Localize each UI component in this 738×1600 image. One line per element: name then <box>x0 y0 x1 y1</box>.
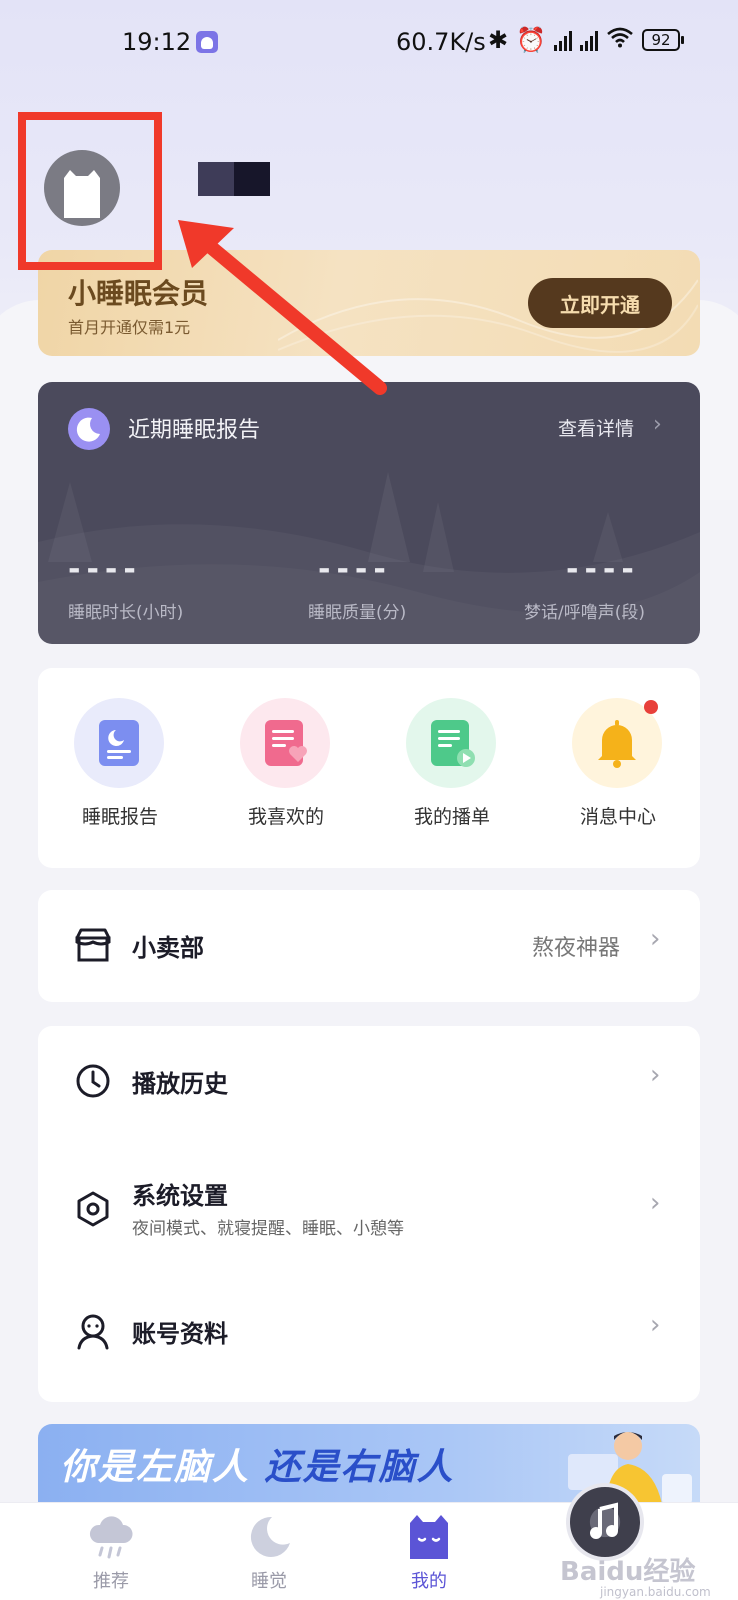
sleep-report-card[interactable]: 近期睡眠报告 查看详情 › ---- 睡眠时长(小时) ---- 睡眠质量(分)… <box>38 382 700 644</box>
chevron-right-icon: › <box>650 924 661 954</box>
banner-text-right: 还是右脑人 <box>264 1447 455 1488</box>
stat-label: 梦话/呼噜声(段) <box>524 603 645 623</box>
tab-label: 我的 <box>411 1571 447 1592</box>
signal-icon <box>580 29 598 51</box>
open-membership-button[interactable]: 立即开通 <box>528 278 672 328</box>
shop-subtitle: 熬夜神器 <box>532 936 621 961</box>
quick-entry-messages[interactable]: 消息中心 <box>572 698 664 848</box>
cat-icon <box>404 1513 454 1561</box>
shop-row[interactable]: 小卖部 熬夜神器 › <box>38 890 700 1002</box>
menu-item-account[interactable]: 账号资料 › <box>38 1276 700 1386</box>
highlight-annotation-box <box>18 112 162 270</box>
tab-label: 睡觉 <box>251 1571 287 1592</box>
quick-entry-playlist[interactable]: 我的播单 <box>406 698 498 848</box>
cloud-rain-icon <box>86 1513 136 1561</box>
playlist-icon <box>406 698 496 788</box>
bell-icon <box>572 698 662 788</box>
quick-entry-label: 消息中心 <box>579 806 656 828</box>
network-speed: 60.7K/s <box>396 28 486 56</box>
bottom-tab-bar: 推荐 睡觉 我的 Baidu经验 jingyan.baidu.com <box>0 1483 738 1600</box>
music-note-icon <box>590 1502 618 1539</box>
annotation-arrow <box>178 220 387 395</box>
signal-icon <box>554 29 572 51</box>
menu-item-settings[interactable]: 系统设置 夜间模式、就寝提醒、睡眠、小憩等 › <box>38 1146 700 1266</box>
chevron-right-icon: › <box>650 1060 661 1090</box>
menu-item-play-history[interactable]: 播放历史 › <box>38 1026 700 1136</box>
bluetooth-icon: ✱ <box>488 26 509 54</box>
stat-sleep-talk: ---- <box>566 552 640 587</box>
tab-mine[interactable]: 我的 <box>384 1513 474 1597</box>
report-icon <box>74 698 164 788</box>
status-icons: ✱ ⏰ 92 <box>488 26 684 54</box>
menu-item-subtitle: 夜间模式、就寝提醒、睡眠、小憩等 <box>132 1219 404 1239</box>
view-details-link[interactable]: 查看详情 <box>558 414 634 441</box>
settings-icon <box>77 1191 109 1227</box>
wifi-icon <box>606 26 634 54</box>
chevron-right-icon: › <box>650 1188 661 1218</box>
clock-icon <box>76 1064 110 1098</box>
quick-entry-label: 我喜欢的 <box>247 806 324 828</box>
moon-icon <box>244 1513 294 1561</box>
alarm-icon: ⏰ <box>516 26 546 54</box>
menu-item-title: 账号资料 <box>132 1320 228 1348</box>
banner-text: 你是左脑人 还是右脑人 <box>60 1438 455 1490</box>
chevron-right-icon: › <box>653 412 662 437</box>
store-icon <box>75 928 111 962</box>
status-time: 19:12 <box>122 28 192 56</box>
menu-item-title: 系统设置 <box>132 1182 228 1210</box>
now-playing-disc[interactable] <box>566 1483 644 1561</box>
status-bar: 19:12 60.7K/s ✱ ⏰ 92 <box>0 0 738 84</box>
stat-value: ---- <box>566 552 640 587</box>
stat-value: ---- <box>68 552 142 587</box>
stat-label: 睡眠质量(分) <box>308 603 407 623</box>
stat-sleep-duration: ---- <box>68 552 142 587</box>
shop-title: 小卖部 <box>132 934 204 962</box>
battery-icon: 92 <box>642 29 684 51</box>
menu-item-title: 播放历史 <box>132 1070 228 1098</box>
quick-entry-favorites[interactable]: 我喜欢的 <box>240 698 332 848</box>
favorite-icon <box>240 698 330 788</box>
report-title: 近期睡眠报告 <box>128 418 261 443</box>
baidu-watermark: Baidu经验 <box>560 1557 696 1587</box>
stat-value: ---- <box>318 552 392 587</box>
quick-entry-sleep-report[interactable]: 睡眠报告 <box>74 698 166 848</box>
quick-entries-card: 睡眠报告 我喜欢的 我的播单 消息中心 <box>38 668 700 868</box>
banner-text-left: 你是左脑人 <box>60 1447 251 1488</box>
tab-recommend[interactable]: 推荐 <box>66 1513 156 1597</box>
username-redacted[interactable] <box>198 162 270 196</box>
baidu-watermark-url: jingyan.baidu.com <box>600 1585 711 1599</box>
quick-entry-label: 我的播单 <box>413 806 490 828</box>
user-icon <box>77 1314 109 1350</box>
quick-entry-label: 睡眠报告 <box>81 806 158 828</box>
app-notification-icon <box>196 31 218 53</box>
notification-badge <box>644 700 658 714</box>
moon-icon <box>68 408 110 450</box>
tab-label: 推荐 <box>93 1571 129 1592</box>
stat-label: 睡眠时长(小时) <box>68 603 184 623</box>
menu-list: 播放历史 › 系统设置 夜间模式、就寝提醒、睡眠、小憩等 › 账号资料 › <box>38 1026 700 1402</box>
stat-sleep-quality: ---- <box>318 552 392 587</box>
tab-sleep[interactable]: 睡觉 <box>224 1513 314 1597</box>
chevron-right-icon: › <box>650 1310 661 1340</box>
